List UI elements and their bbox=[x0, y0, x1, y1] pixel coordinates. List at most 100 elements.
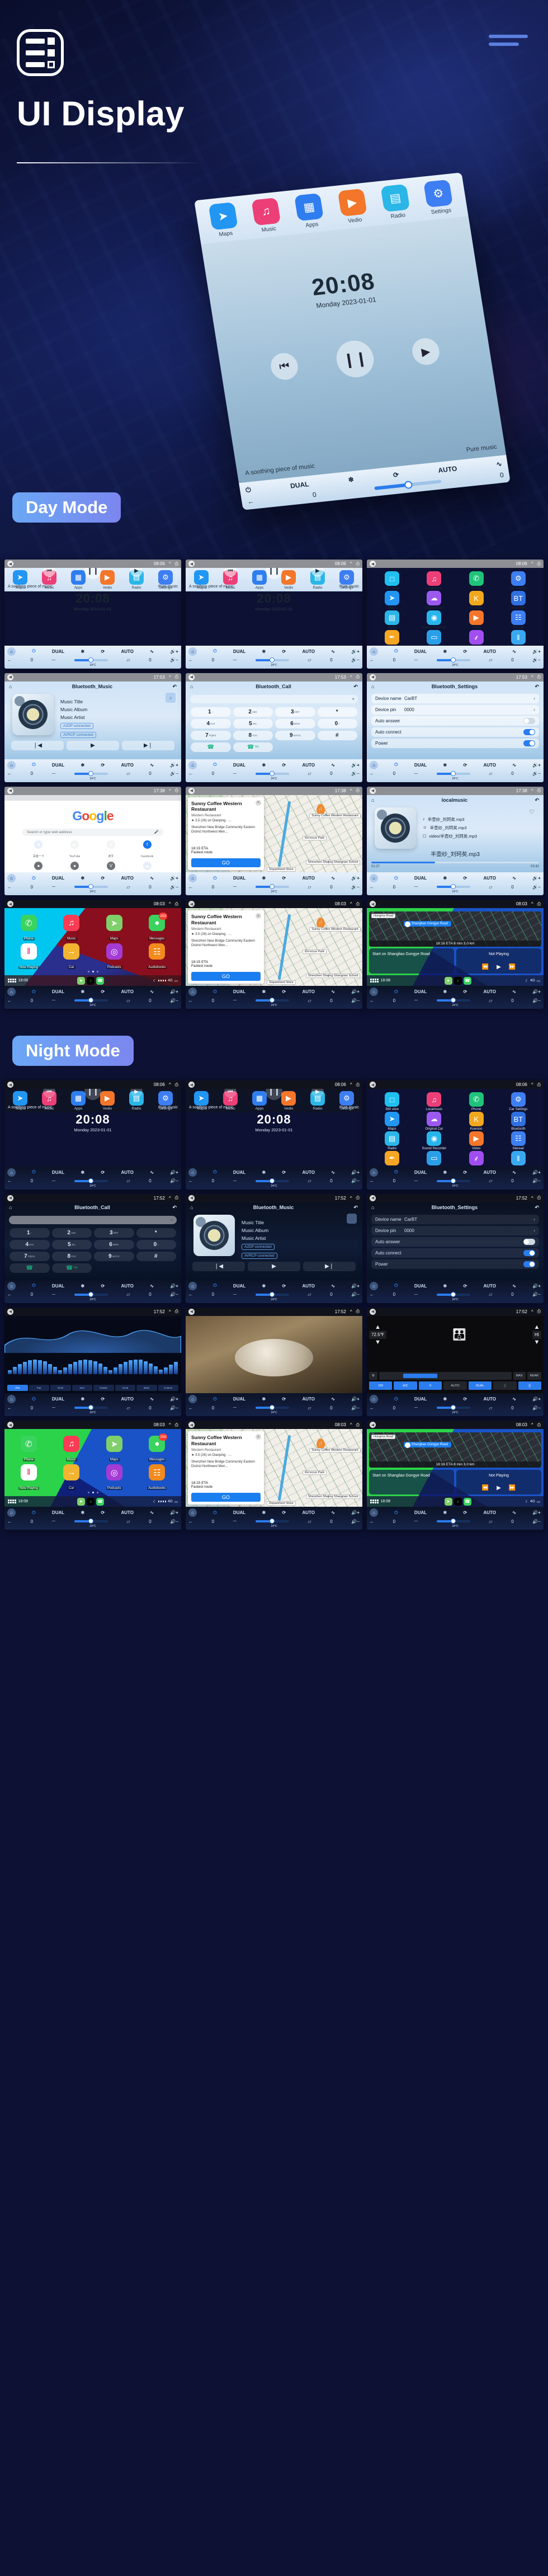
power-icon[interactable]: ⏻ bbox=[394, 1510, 398, 1516]
seat-heat-icon[interactable]: ∿ bbox=[512, 1284, 516, 1289]
settings-row[interactable]: Device name CarBT › bbox=[371, 1214, 539, 1224]
auto-label[interactable]: AUTO bbox=[302, 1510, 315, 1515]
volume-down-button[interactable]: 🔊− bbox=[351, 1405, 360, 1411]
call-button[interactable]: ☎ bbox=[191, 742, 231, 752]
fan-speed-slider[interactable] bbox=[74, 1291, 108, 1297]
expand-chevron-icon[interactable]: ^ bbox=[531, 901, 533, 906]
volume-down-button[interactable]: 🔊− bbox=[170, 1178, 178, 1183]
back-icon[interactable]: ↶ bbox=[535, 1205, 539, 1211]
snow-icon[interactable]: ❄ bbox=[443, 1510, 447, 1515]
next-button[interactable]: ▶ bbox=[311, 1089, 324, 1098]
back-arrow-icon[interactable]: ◀ bbox=[370, 1422, 376, 1428]
app-bluetooth[interactable]: BT Bluetooth bbox=[498, 1112, 539, 1131]
mock-auto-label[interactable]: AUTO bbox=[437, 464, 457, 474]
volume-down-button[interactable]: 🔊− bbox=[170, 998, 178, 1003]
recents-icon[interactable]: ⎙ bbox=[537, 561, 541, 567]
volume-down-button[interactable]: 🔊− bbox=[351, 657, 360, 662]
video-playback-screen[interactable] bbox=[186, 1315, 362, 1394]
expand-chevron-icon[interactable]: ^ bbox=[350, 901, 352, 906]
volume-up-button[interactable]: 🔊+ bbox=[170, 989, 178, 994]
go-button[interactable]: GO bbox=[191, 1493, 261, 1502]
back-arrow-icon[interactable]: ◀ bbox=[188, 787, 195, 794]
back-button[interactable]: ← bbox=[7, 885, 12, 890]
app-manual[interactable]: ☷ Manual bbox=[498, 610, 539, 629]
expand-chevron-icon[interactable]: ^ bbox=[531, 788, 533, 793]
home-button[interactable]: ⌂ bbox=[370, 1508, 378, 1517]
expand-chevron-icon[interactable]: ^ bbox=[169, 788, 171, 793]
dual-label[interactable]: DUAL bbox=[233, 1397, 245, 1402]
next-button[interactable]: ▶ bbox=[410, 337, 442, 366]
auto-label[interactable]: AUTO bbox=[483, 1170, 496, 1175]
maps-icon[interactable]: ➤ bbox=[444, 976, 452, 985]
snow-icon[interactable]: ❄ bbox=[81, 876, 84, 881]
go-button[interactable]: GO bbox=[191, 972, 261, 981]
dial-key-4[interactable]: 4 GHI bbox=[191, 718, 231, 728]
back-button[interactable]: ← bbox=[370, 1178, 374, 1183]
carplay-app-car[interactable]: → Car bbox=[52, 943, 92, 971]
app-360-view[interactable]: □ 360 view bbox=[371, 1092, 413, 1111]
carplay-app-audiobooks[interactable]: ☷ Audiobooks bbox=[138, 943, 177, 971]
defog-icon[interactable]: ⟳ bbox=[282, 1284, 286, 1289]
app-bluetooth[interactable]: BT Bluetooth bbox=[498, 591, 539, 610]
home-button[interactable]: ⌂ bbox=[370, 647, 378, 656]
carplay-app-maps[interactable]: ➤ Maps bbox=[95, 915, 134, 942]
seat-heat-icon[interactable]: ∿ bbox=[150, 649, 154, 654]
back-button[interactable]: ← bbox=[7, 657, 12, 662]
dial-key-9[interactable]: 9 WXYZ bbox=[94, 1251, 134, 1261]
carplay-app-car[interactable]: → Car bbox=[52, 1464, 92, 1492]
chevron-right-icon[interactable]: › bbox=[533, 695, 535, 701]
seat-icon-right[interactable]: ⏥ bbox=[308, 1178, 311, 1183]
dual-label[interactable]: DUAL bbox=[52, 763, 64, 768]
dial-key-#[interactable]: # bbox=[136, 1251, 176, 1261]
volume-up-button[interactable]: 🔊+ bbox=[170, 763, 178, 768]
snow-icon[interactable]: ❄ bbox=[443, 763, 447, 768]
fan-speed-slider[interactable] bbox=[436, 770, 470, 776]
ac-button[interactable]: DUAL bbox=[468, 1381, 492, 1390]
seat-icon-left[interactable]: ⏤ bbox=[52, 771, 55, 777]
seat-heat-icon[interactable]: ∿ bbox=[150, 989, 154, 994]
snow-icon[interactable]: ❄ bbox=[262, 989, 266, 994]
home-button[interactable]: ⌂ bbox=[7, 988, 16, 996]
home-button[interactable]: ⌂ bbox=[7, 874, 16, 883]
power-icon[interactable]: ⏻ bbox=[213, 1397, 216, 1402]
eq-preset[interactable]: Custom bbox=[158, 1385, 178, 1392]
go-button[interactable]: GO bbox=[191, 858, 261, 868]
home-button[interactable]: ⌂ bbox=[188, 1508, 197, 1517]
maps-icon[interactable]: ➤ bbox=[77, 976, 85, 985]
settings-row[interactable]: Device pin 0000 › bbox=[371, 1225, 539, 1235]
mock-app-apps[interactable]: ▦ Apps bbox=[289, 192, 330, 230]
snow-icon[interactable]: ❄ bbox=[81, 649, 84, 654]
app-video[interactable]: ▶ Video bbox=[456, 1131, 497, 1150]
auto-label[interactable]: AUTO bbox=[483, 763, 496, 768]
shortcut-tile[interactable]: ● GitHub bbox=[21, 861, 56, 873]
toggle-switch[interactable] bbox=[523, 1261, 535, 1267]
navigation-card[interactable]: Start on Shangliao Gongye Road bbox=[369, 948, 454, 974]
chevron-right-icon[interactable]: › bbox=[533, 1228, 535, 1233]
seat-icon-left[interactable]: ⏤ bbox=[52, 1519, 55, 1524]
volume-up-button[interactable]: 🔊+ bbox=[532, 1397, 541, 1402]
defog-icon[interactable]: ⟳ bbox=[463, 1170, 467, 1175]
power-icon[interactable]: ⏻ bbox=[32, 648, 35, 654]
browser-tab-bar[interactable] bbox=[4, 795, 181, 801]
back-arrow-icon[interactable]: ◀ bbox=[370, 1195, 376, 1201]
phone-icon[interactable]: ☎ bbox=[463, 1497, 471, 1506]
music-app-icon[interactable]: ♪ bbox=[86, 976, 95, 985]
expand-chevron-icon[interactable]: ^ bbox=[350, 1422, 352, 1427]
expand-chevron-icon[interactable]: ^ bbox=[531, 561, 533, 566]
seat-icon-left[interactable]: ⏤ bbox=[52, 1292, 55, 1298]
mock-dual-label[interactable]: DUAL bbox=[290, 480, 309, 490]
carplay-app-phone[interactable]: ✆ Phone bbox=[9, 915, 49, 942]
seat-icon-right[interactable]: ⏥ bbox=[489, 771, 492, 776]
auto-label[interactable]: AUTO bbox=[302, 876, 315, 881]
defog-icon[interactable]: ⟳ bbox=[101, 1284, 105, 1289]
seat-heat-icon[interactable]: ∿ bbox=[150, 1510, 154, 1515]
home-button[interactable]: ⌂ bbox=[370, 988, 378, 996]
defog-icon[interactable]: ⟳ bbox=[463, 649, 467, 654]
seat-icon-left[interactable]: ⏤ bbox=[52, 884, 55, 890]
dial-key-*[interactable]: * bbox=[136, 1228, 176, 1238]
auto-label[interactable]: AUTO bbox=[121, 989, 134, 994]
recents-icon[interactable]: ⎙ bbox=[356, 788, 360, 793]
auto-label[interactable]: AUTO bbox=[302, 1170, 315, 1175]
dial-key-8[interactable]: 8 TUV bbox=[233, 730, 273, 740]
seat-heat-icon[interactable]: ∿ bbox=[331, 1284, 335, 1289]
